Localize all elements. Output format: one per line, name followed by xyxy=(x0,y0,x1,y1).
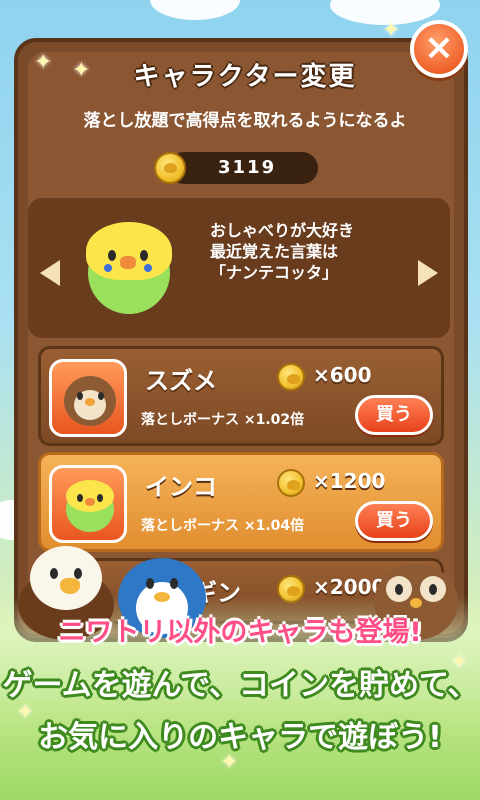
banner-text-line: お気に入りのキャラで遊ぼう! xyxy=(38,720,442,755)
sparkle-icon: ✦ xyxy=(72,58,91,83)
sparkle-icon: ✦ xyxy=(220,750,239,775)
character-price: ×600 xyxy=(313,363,372,387)
character-price: ×1200 xyxy=(313,469,386,493)
panel-subtitle: 落とし放題で高得点を取れるようになるよ xyxy=(83,111,407,131)
drop-bonus: 落としボーナス ×1.02倍 xyxy=(141,412,305,428)
coin-icon xyxy=(277,469,305,497)
banner-text-line: ゲームを遊んで、コインを貯めて、 xyxy=(2,668,478,703)
sparkle-icon: ✦ xyxy=(16,700,35,725)
drop-bonus: 落としボーナス ×1.04倍 xyxy=(141,518,305,534)
character-preview: おしゃべりが大好き 最近覚えた言葉は 「ナンテコッタ」 xyxy=(28,198,450,338)
character-name: スズメ xyxy=(145,367,217,395)
description-line: おしゃべりが大好き xyxy=(210,221,355,240)
coin-icon xyxy=(277,363,305,391)
character-row-parakeet: インコ ×1200 落としボーナス ×1.04倍 買う xyxy=(38,452,444,552)
next-character-arrow-icon[interactable] xyxy=(418,260,438,286)
sparkle-icon: ✦ xyxy=(34,50,53,75)
description-line: 最近覚えた言葉は xyxy=(210,242,339,261)
sparrow-icon xyxy=(49,359,127,437)
description-line: 「ナンテコッタ」 xyxy=(210,263,339,282)
parakeet-icon xyxy=(49,465,127,543)
sparkle-icon: ✦ xyxy=(450,650,469,675)
background-cloud xyxy=(150,0,240,20)
parakeet-preview-image xyxy=(78,220,178,320)
buy-button[interactable]: 買う xyxy=(355,501,433,541)
banner-headline: ニワトリ以外のキャラも登場! xyxy=(58,617,422,648)
coin-icon xyxy=(154,152,186,184)
character-description: おしゃべりが大好き 最近覚えた言葉は 「ナンテコッタ」 xyxy=(210,220,354,283)
coin-balance: 3119 xyxy=(154,152,318,184)
character-name: インコ xyxy=(145,473,217,501)
coin-count: 3119 xyxy=(218,157,277,178)
close-button[interactable]: × xyxy=(410,20,468,78)
prev-character-arrow-icon[interactable] xyxy=(40,260,60,286)
sparkle-icon: ✦ xyxy=(382,18,401,43)
character-row-sparrow: スズメ ×600 落としボーナス ×1.02倍 買う xyxy=(38,346,444,446)
buy-button[interactable]: 買う xyxy=(355,395,433,435)
